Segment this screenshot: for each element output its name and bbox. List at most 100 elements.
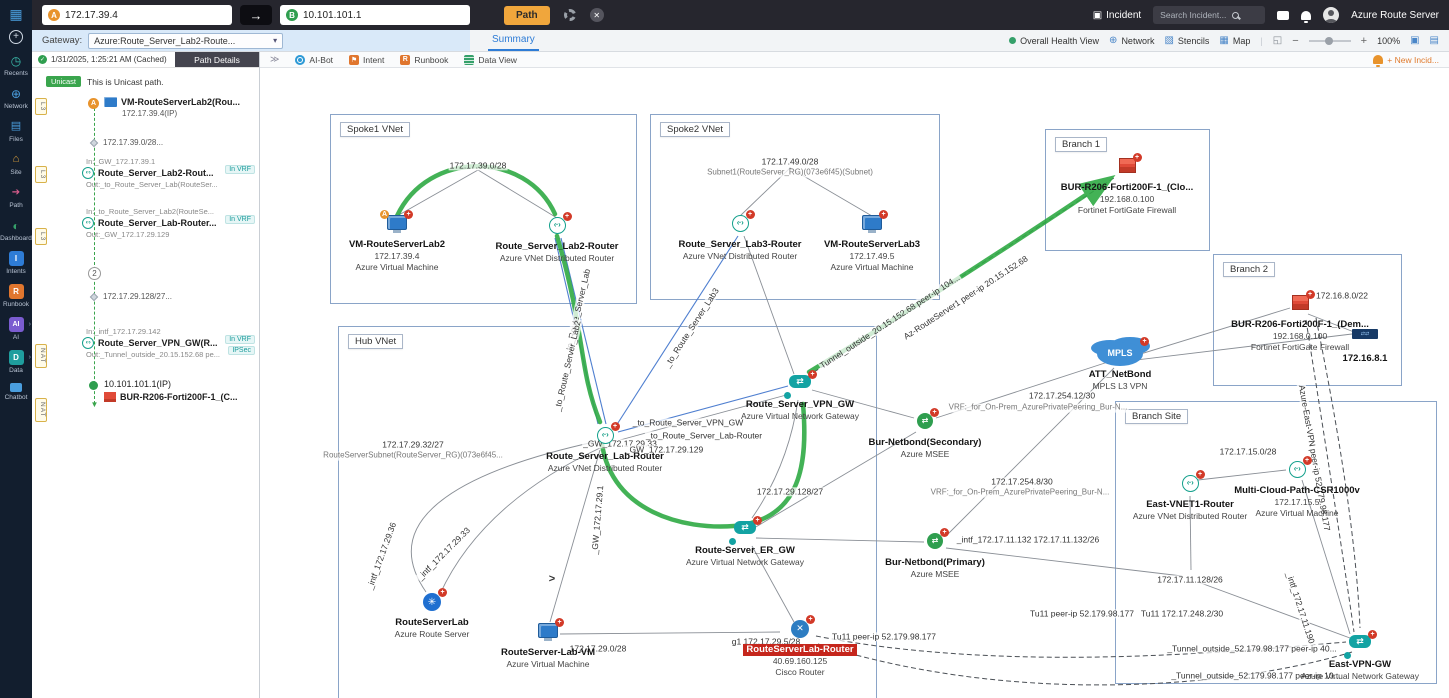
close-icon[interactable]: ✕ <box>590 8 604 22</box>
export-icon[interactable]: ▤ <box>1430 35 1439 46</box>
path-hop[interactable]: In:_to_Route_Server_Lab2(RouteSe...‹·›Ro… <box>82 207 259 239</box>
hop-out-interface: Out:_to_Route_Server_Lab(RouteSer... <box>86 180 254 189</box>
health-dot-icon <box>1009 37 1016 44</box>
path-button[interactable]: Path <box>504 6 550 25</box>
overall-health-view-toggle[interactable]: Overall Health View <box>1009 36 1099 46</box>
router-icon: ‹·› <box>82 167 94 179</box>
path-details-panel: ✓ 1/31/2025, 1:25:21 AM (Cached) Path De… <box>32 52 260 698</box>
map-node-vm-routeserverlab3[interactable]: +VM-RouteServerLab3172.17.49.5Azure Virt… <box>787 215 957 273</box>
map-node-switch-172-16-8-1[interactable]: ⇄⇄172.16.8.1 <box>1280 329 1449 365</box>
incident-button[interactable]: ▣ Incident <box>1093 10 1141 21</box>
settings-icon[interactable]: ▣ <box>1410 35 1419 46</box>
layer-badge: NAT <box>35 398 47 422</box>
path-icon: ➔ <box>9 185 24 200</box>
map-node-bur-netbond-primary[interactable]: ⇄+Bur-Netbond(Primary)Azure MSEE <box>850 533 1020 580</box>
plus-badge-icon: + <box>563 212 572 221</box>
sidebar-item-apps[interactable]: ▦ <box>0 6 32 21</box>
endpoint-a-badge: A <box>88 98 99 109</box>
direction-arrow-button[interactable]: → <box>240 5 272 25</box>
node-sub: 172.17.39.4 <box>312 251 482 262</box>
new-incident-button[interactable]: + New Incid... <box>1373 55 1439 65</box>
notifications-bell-icon[interactable] <box>1301 11 1311 20</box>
cached-check-icon: ✓ <box>38 55 47 64</box>
toolbar-tab-intent[interactable]: ⚑Intent <box>349 55 384 65</box>
node-sub: 172.17.49.5 <box>787 251 957 262</box>
sidebar-item-dashboard[interactable]: ◐Dashboard <box>0 218 32 242</box>
collapse-chevrons-icon[interactable]: ≫ <box>270 54 279 65</box>
sidebar-item-files[interactable]: ▤Files <box>0 119 32 143</box>
map-node-bur-netbond-secondary[interactable]: ⇄+Bur-Netbond(Secondary)Azure MSEE <box>840 413 1010 460</box>
zoom-slider[interactable] <box>1309 40 1351 42</box>
hop-tag: In VRF <box>225 335 255 344</box>
path-subnet[interactable]: 172.17.29.128/27... <box>82 292 259 301</box>
sidebar-item-runbook[interactable]: RRunbook <box>0 284 32 308</box>
zoom-in-button[interactable]: + <box>1361 35 1367 47</box>
map-node-route-server-lab2-router[interactable]: ‹·›+Route_Server_Lab2-RouterAzure VNet D… <box>472 217 642 264</box>
chatbot-icon <box>10 383 22 392</box>
map-node-route-server-er-gw[interactable]: ⇄+Route-Server_ER_GWAzure Virtual Networ… <box>660 521 830 568</box>
sidebar-item-label: Recents <box>4 70 28 77</box>
sidebar-item-path[interactable]: ➔Path <box>0 185 32 209</box>
user-avatar[interactable] <box>1323 7 1339 23</box>
path-subnet[interactable]: 172.17.39.0/28... <box>82 138 259 147</box>
map-node-bur-r206-forti200f-1-branch1[interactable]: +BUR-R206-Forti200F-1_(Clo...192.168.0.1… <box>1042 158 1212 216</box>
path-settings-gear-icon[interactable] <box>564 9 576 21</box>
router-icon: ‹·› <box>82 217 94 229</box>
node-name: 172.16.8.1 <box>1280 353 1449 365</box>
network-menu[interactable]: ⊕ Network <box>1109 35 1154 46</box>
toolbar-tab-ai-bot[interactable]: AI-Bot <box>295 55 333 65</box>
layer-badge: L3 <box>35 228 47 245</box>
plus-badge-icon: + <box>1303 456 1312 465</box>
tab-summary[interactable]: Summary <box>488 30 539 51</box>
sidebar-item-intents[interactable]: IIntents <box>0 251 32 275</box>
fit-to-screen-icon[interactable]: ◱ <box>1273 35 1282 46</box>
source-value: 172.17.39.4 <box>65 10 118 21</box>
toolbar-tab-data-view[interactable]: Data View <box>464 55 517 65</box>
sidebar-item-add[interactable]: + <box>0 30 32 44</box>
node-name: Route_Server_VPN_GW <box>715 399 885 411</box>
path-hop[interactable]: In:_GW_172.17.39.1‹·›Route_Server_Lab2-R… <box>82 157 259 189</box>
path-endpoint-b[interactable]: 10.101.101.1(IP)BUR-R206-Forti200F-1_(C.… <box>82 379 259 402</box>
hop-counter: 2 <box>82 267 259 280</box>
plus-badge-icon: + <box>1306 290 1315 299</box>
sidebar-item-recents[interactable]: ◷Recents <box>0 53 32 77</box>
plus-badge-icon: + <box>879 210 888 219</box>
apps-icon: ▦ <box>9 6 24 21</box>
map-menu[interactable]: ▦ Map <box>1219 35 1250 46</box>
path-details-tab[interactable]: Path Details <box>175 52 259 67</box>
zoom-slider-thumb[interactable] <box>1325 37 1333 45</box>
path-endpoint-a[interactable]: AVM-RouteServerLab2(Rou...172.17.39.4(IP… <box>82 97 259 118</box>
sidebar-item-data[interactable]: DData› <box>0 350 32 374</box>
topology-map[interactable]: Spoke1 VNetSpoke2 VNetBranch 1Branch 2Hu… <box>260 68 1449 698</box>
gateway-select[interactable]: Azure:Route_Server_Lab2-Route... ▾ <box>88 33 283 49</box>
toolbar-tab-runbook[interactable]: RRunbook <box>400 55 448 65</box>
hop-tag: In VRF <box>225 215 255 224</box>
source-input[interactable]: A 172.17.39.4 <box>42 5 232 25</box>
node-sub: Azure MSEE <box>850 569 1020 580</box>
destination-input[interactable]: B 10.101.101.1 <box>280 5 470 25</box>
sidebar-item-network[interactable]: ⊕Network <box>0 86 32 110</box>
map-node-multi-cloud-path-csr1000v[interactable]: ‹·›+Multi-Cloud-Path-CSR1000v172.17.15.5… <box>1212 461 1382 519</box>
incident-bell-icon <box>1373 55 1383 64</box>
sidebar-item-chatbot[interactable]: Chatbot <box>0 383 32 401</box>
chat-icon[interactable] <box>1277 11 1289 20</box>
incident-search-input[interactable]: Search Incident... <box>1153 6 1265 24</box>
network-icon: ⊕ <box>9 86 24 101</box>
sidebar-item-ai[interactable]: AIAI› <box>0 317 32 341</box>
node-sub: MPLS L3 VPN <box>1035 381 1205 392</box>
sidebar-item-site[interactable]: ⌂Site <box>0 152 32 176</box>
path-hop[interactable]: In:_intf_172.17.29.142‹·›Route_Server_VP… <box>82 327 259 359</box>
site-icon: ⌂ <box>9 152 24 167</box>
map-node-att-netbond[interactable]: MPLS+ATT_NetBondMPLS L3 VPN <box>1035 342 1205 392</box>
plus-badge-icon: + <box>1368 630 1377 639</box>
ai-icon: AI <box>9 317 24 332</box>
stencils-menu[interactable]: ▧ Stencils <box>1164 35 1209 46</box>
map-node-routeserver-lab-vm[interactable]: +RouteServer-Lab-VMAzure Virtual Machine <box>463 623 633 670</box>
subnet-icon <box>90 138 98 146</box>
zoom-out-button[interactable]: − <box>1292 35 1298 47</box>
map-node-route-server-lab-router[interactable]: ‹·›+Route_Server_Lab-RouterAzure VNet Di… <box>520 427 690 474</box>
map-node-east-vpn-gw[interactable]: ⇄+East-VPN-GWAzure Virtual Network Gatew… <box>1275 635 1445 682</box>
map-node-routeserverlab-router[interactable]: ✕+RouteServerLab-Router40.69.160.125Cisc… <box>715 620 885 678</box>
search-placeholder: Search Incident... <box>1160 10 1226 20</box>
map-node-vm-routeserverlab2[interactable]: A+VM-RouteServerLab2172.17.39.4Azure Vir… <box>312 215 482 273</box>
